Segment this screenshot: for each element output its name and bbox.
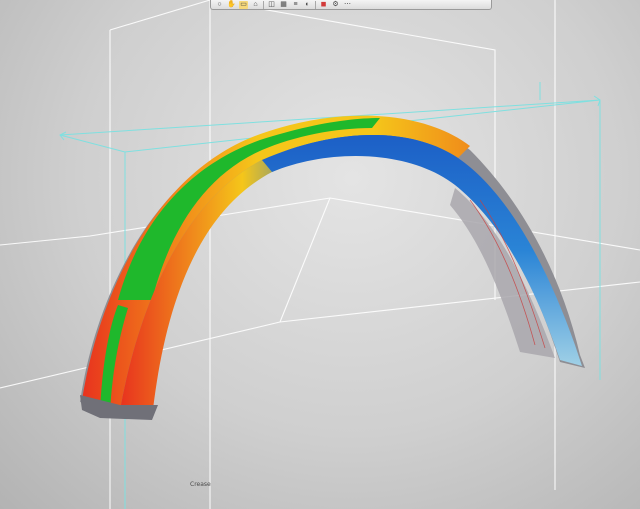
render-icon[interactable]: ◼ (319, 1, 328, 9)
fit-view-icon[interactable]: ⌂ (251, 1, 260, 9)
toolbar-separator (263, 0, 264, 9)
model-canvas[interactable] (0, 0, 640, 509)
more-icon[interactable]: ⋯ (343, 1, 352, 9)
orbit-icon[interactable]: ○ (215, 1, 224, 9)
layers-icon[interactable]: ≡ (291, 1, 300, 9)
grid-icon[interactable]: ▦ (279, 1, 288, 9)
display-mode-icon[interactable]: ▭ (239, 0, 248, 9)
settings-icon[interactable]: ⚙ (331, 1, 340, 9)
headband-model[interactable] (80, 115, 585, 420)
view-toolbar: ○ ✋ ▭ ⌂ ◫ ▦ ≡ ◐ ◼ ⚙ ⋯ (210, 0, 492, 10)
section-icon[interactable]: ◫ (267, 1, 276, 9)
toolbar-separator (315, 0, 316, 9)
3d-viewport[interactable]: Crease (0, 0, 640, 509)
analysis-icon[interactable]: ◐ (303, 1, 312, 9)
pan-icon[interactable]: ✋ (227, 1, 236, 9)
cursor-label: Crease (190, 481, 211, 488)
